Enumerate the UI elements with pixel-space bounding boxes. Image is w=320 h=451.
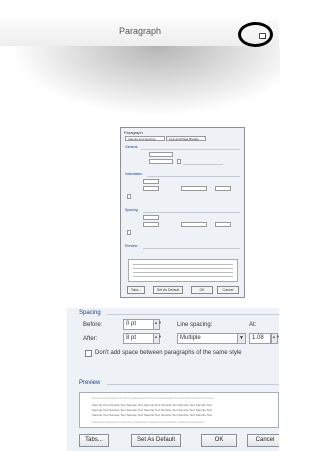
after-label: After: <box>83 336 98 342</box>
cancel-button[interactable]: Cancel <box>217 286 239 294</box>
by-field[interactable] <box>215 186 231 191</box>
preview-line: Following Paragraph Following Paragraph … <box>92 420 205 423</box>
divider <box>107 314 279 315</box>
before-field[interactable] <box>143 215 159 220</box>
at-field[interactable]: 1.08 <box>249 333 271 344</box>
preview-line <box>133 268 233 269</box>
divider <box>143 248 240 249</box>
chevron-down-icon[interactable]: ▼ <box>237 333 246 344</box>
section-general: General <box>125 145 138 149</box>
preview-line <box>133 264 233 265</box>
before-field[interactable]: 0 pt <box>123 319 155 330</box>
preview-line: Sample Text Sample Text Sample Text Samp… <box>92 413 213 416</box>
line-spacing-field[interactable] <box>181 222 207 227</box>
section-spacing: Spacing <box>125 208 138 212</box>
preview-box: Previous Paragraph Previous Paragraph Pr… <box>79 392 279 428</box>
tab-line-page-breaks[interactable]: Line and Page Breaks <box>166 136 206 141</box>
tabs-button[interactable]: Tabs... <box>79 434 109 447</box>
preview-line <box>133 272 233 273</box>
line-spacing-dropdown[interactable]: Multiple <box>177 333 239 344</box>
ok-button[interactable]: OK <box>201 434 237 447</box>
collapsed-check[interactable] <box>177 159 181 164</box>
divider <box>141 149 240 150</box>
spacing-heading: Spacing <box>79 310 101 316</box>
line-spacing-label: Line spacing: <box>177 322 213 328</box>
section-preview: Preview <box>125 244 138 248</box>
at-label: At: <box>249 322 257 328</box>
at-spinner[interactable]: ▲▼ <box>271 333 279 344</box>
dialog-launcher-icon[interactable] <box>259 33 266 39</box>
set-default-button[interactable]: Set As Default <box>153 286 183 294</box>
dont-add-space-check[interactable] <box>127 230 131 235</box>
ribbon-shadow <box>10 46 280 116</box>
preview-line: Previous Paragraph Previous Paragraph Pr… <box>92 396 214 399</box>
before-label: Before: <box>83 322 103 328</box>
after-field[interactable] <box>143 222 159 227</box>
after-field[interactable]: 8 pt <box>123 333 155 344</box>
before-spinner[interactable]: ▲▼ <box>153 319 162 330</box>
special-field[interactable] <box>181 186 207 191</box>
placeholder-line <box>183 164 223 165</box>
ok-button[interactable]: OK <box>191 286 213 294</box>
divider <box>107 384 279 385</box>
preview-line: Sample Text Sample Text Sample Text Samp… <box>92 408 213 411</box>
tab-indents-spacing[interactable]: Indents and Spacing <box>125 136 165 141</box>
divider <box>147 176 240 177</box>
zoomed-dialog-detail: Spacing Before: 0 pt ▲▼ After: 8 pt ▲▼ L… <box>67 308 279 451</box>
mirror-indents-check[interactable] <box>127 194 131 199</box>
dialog-title: Paragraph <box>124 130 143 135</box>
paragraph-dialog-thumbnail: Paragraph Indents and Spacing Line and P… <box>120 127 245 298</box>
tabs-button[interactable]: Tabs... <box>127 286 145 294</box>
at-field[interactable] <box>215 222 231 227</box>
indent-right-field[interactable] <box>143 186 159 191</box>
alignment-field[interactable] <box>149 152 173 157</box>
section-indentation: Indentation <box>125 172 143 176</box>
preview-line <box>133 276 233 277</box>
after-spinner[interactable]: ▲▼ <box>153 333 162 344</box>
set-default-button[interactable]: Set As Default <box>131 434 181 447</box>
highlight-circle <box>238 22 273 47</box>
divider <box>143 212 240 213</box>
preview-line: Sample Text Sample Text Sample Text Samp… <box>92 403 213 406</box>
indent-left-field[interactable] <box>143 179 159 184</box>
paragraph-group-label: Paragraph <box>118 26 162 36</box>
dont-add-space-label: Don't add space between paragraphs of th… <box>95 350 242 356</box>
dont-add-space-checkbox[interactable] <box>85 350 92 357</box>
preview-box <box>128 259 238 282</box>
cancel-button[interactable]: Cancel <box>247 434 279 447</box>
preview-heading: Preview <box>79 380 101 386</box>
outline-level-field[interactable] <box>149 159 173 164</box>
